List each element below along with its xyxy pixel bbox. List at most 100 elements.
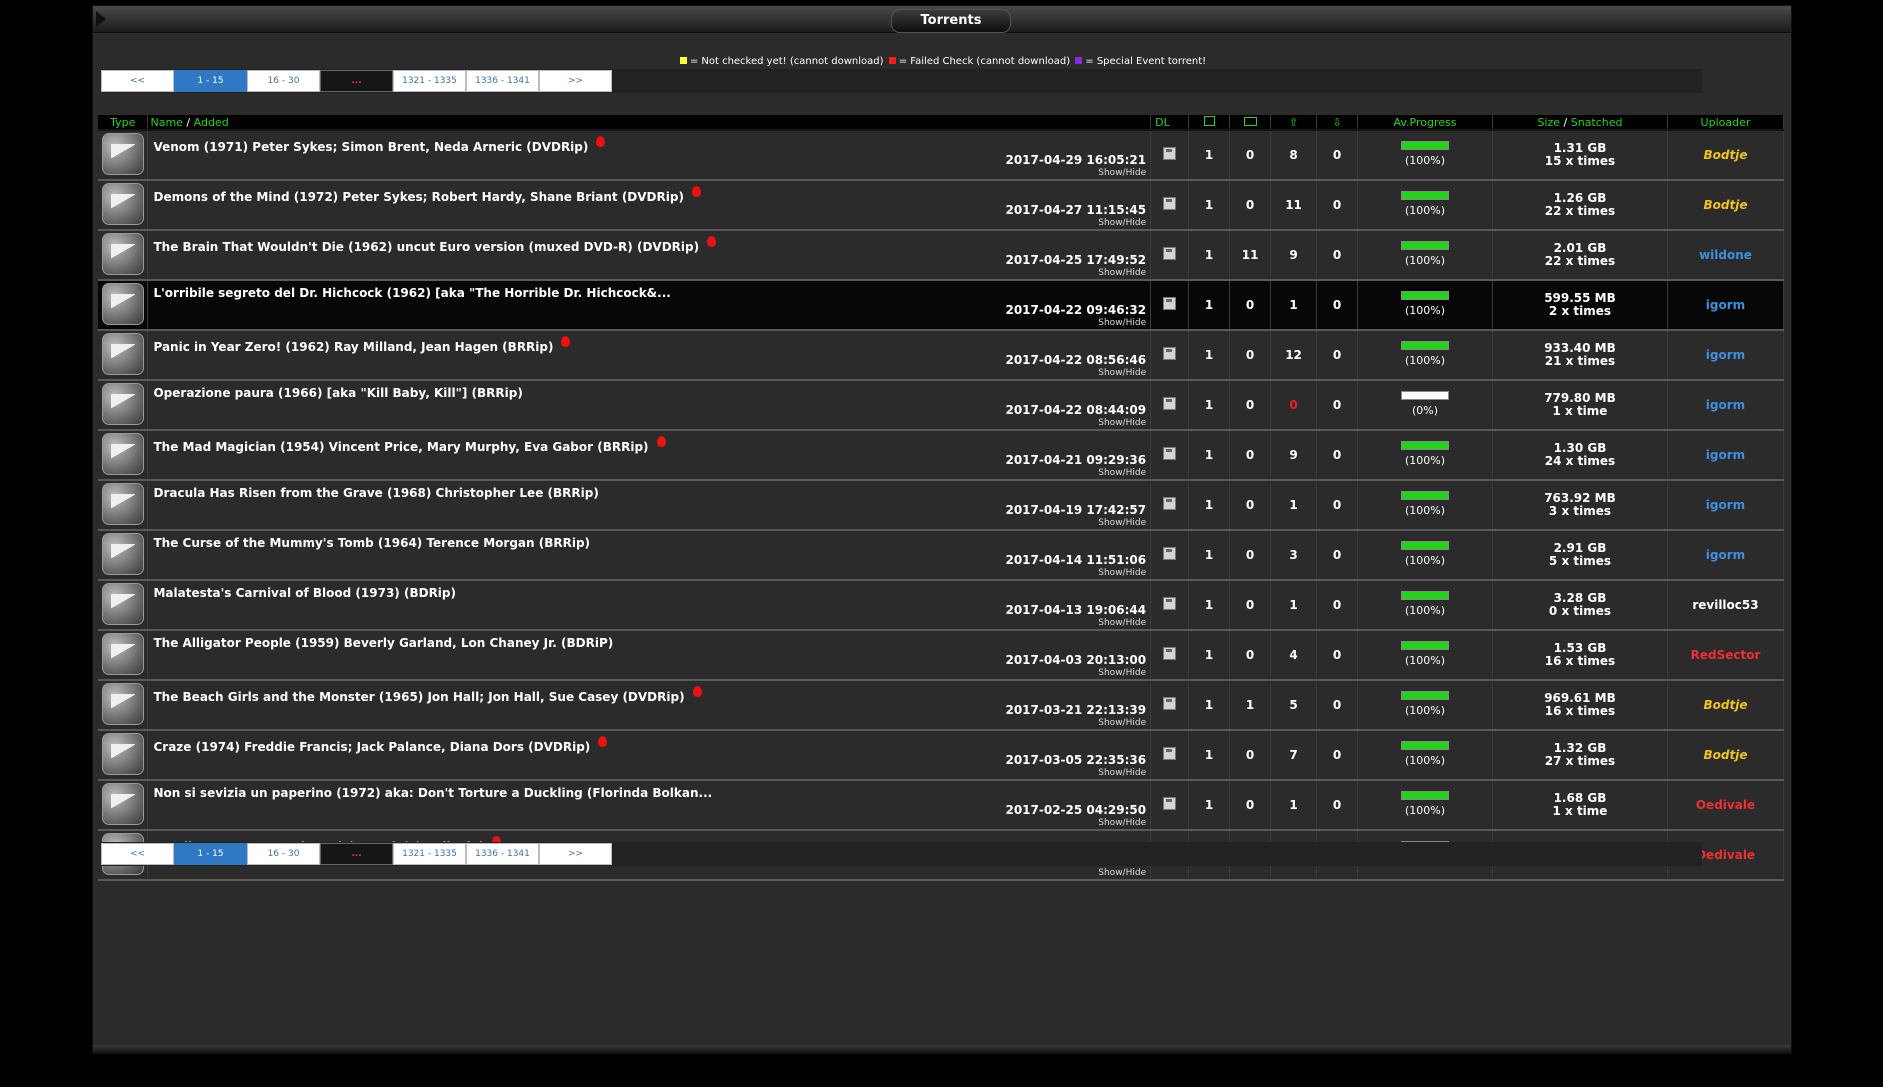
torrent-name-link[interactable]: The Brain That Wouldn't Die (1962) uncut… — [153, 236, 717, 254]
uploader-link[interactable]: igorm — [1667, 429, 1785, 481]
snatched-count[interactable]: 16 x times — [1493, 705, 1667, 718]
show-hide-link[interactable]: Show/Hide — [1098, 368, 1146, 378]
torrent-name-link[interactable]: The Curse of the Mummy's Tomb (1964) Ter… — [153, 536, 590, 550]
page-1321-1335-button[interactable]: 1321 - 1335 — [393, 843, 466, 865]
torrent-name-link[interactable]: The Mad Magician (1954) Vincent Price, M… — [153, 436, 666, 454]
sort-added-link[interactable]: Added — [194, 116, 229, 129]
snatched-count[interactable]: 21 x times — [1493, 355, 1667, 368]
torrent-name-link[interactable]: Panic in Year Zero! (1962) Ray Milland, … — [153, 336, 571, 354]
page-1-15-button[interactable]: 1 - 15 — [174, 70, 247, 92]
torrent-name-link[interactable]: The Beach Girls and the Monster (1965) J… — [153, 686, 702, 704]
page-1-15-button[interactable]: 1 - 15 — [174, 843, 247, 865]
uploader-link[interactable]: igorm — [1667, 529, 1785, 581]
download-icon[interactable] — [1163, 497, 1177, 510]
files-count[interactable]: 1 — [1188, 629, 1231, 681]
comments-count[interactable]: 0 — [1229, 629, 1272, 681]
torrent-name-link[interactable]: Non si sevizia un paperino (1972) aka: D… — [153, 786, 712, 800]
uploader-link[interactable]: igorm — [1667, 379, 1785, 431]
leechers-count[interactable]: 0 — [1316, 329, 1359, 381]
snatched-count[interactable]: 1 x time — [1493, 405, 1667, 418]
comments-count[interactable]: 0 — [1229, 329, 1272, 381]
column-uploader[interactable]: Uploader — [1667, 115, 1785, 131]
files-count[interactable]: 1 — [1188, 429, 1231, 481]
seeders-count[interactable]: 1 — [1270, 479, 1318, 531]
snatched-count[interactable]: 2 x times — [1493, 305, 1667, 318]
torrent-name[interactable]: Demons of the Mind (1972) Peter Sykes; R… — [153, 190, 683, 204]
seeders-count[interactable]: 12 — [1270, 329, 1318, 381]
seeders-count[interactable]: 7 — [1270, 729, 1318, 781]
leechers-count[interactable]: 0 — [1316, 479, 1359, 531]
files-count[interactable]: 1 — [1188, 279, 1231, 331]
seeders-count[interactable]: 8 — [1270, 129, 1318, 181]
comments-count[interactable]: 0 — [1229, 129, 1272, 181]
seeders-count[interactable]: 1 — [1270, 779, 1318, 831]
download-icon[interactable] — [1163, 247, 1177, 260]
files-count[interactable]: 1 — [1188, 529, 1231, 581]
category-icon[interactable] — [101, 382, 144, 425]
snatched-count[interactable]: 3 x times — [1493, 505, 1667, 518]
torrent-name[interactable]: L'orribile segreto del Dr. Hichcock (196… — [153, 286, 670, 300]
show-hide-link[interactable]: Show/Hide — [1098, 168, 1146, 178]
category-icon[interactable] — [101, 432, 144, 475]
download-icon[interactable] — [1163, 297, 1177, 310]
column-progress[interactable]: Av.Progress — [1357, 115, 1493, 131]
leechers-count[interactable]: 0 — [1316, 679, 1359, 731]
seeders-count[interactable]: 1 — [1270, 279, 1318, 331]
show-hide-link[interactable]: Show/Hide — [1098, 618, 1146, 628]
snatched-count[interactable]: 0 x times — [1493, 605, 1667, 618]
uploader-link[interactable]: Bodtje — [1667, 729, 1785, 781]
torrent-name[interactable]: Operazione paura (1966) [aka "Kill Baby,… — [153, 386, 522, 400]
category-icon[interactable] — [101, 232, 144, 275]
download-icon[interactable] — [1163, 197, 1177, 210]
snatched-count[interactable]: 16 x times — [1493, 655, 1667, 668]
torrent-name-link[interactable]: Operazione paura (1966) [aka "Kill Baby,… — [153, 386, 522, 400]
torrent-name[interactable]: The Mad Magician (1954) Vincent Price, M… — [153, 440, 648, 454]
torrent-name[interactable]: Panic in Year Zero! (1962) Ray Milland, … — [153, 340, 553, 354]
category-icon[interactable] — [101, 482, 144, 525]
torrent-name[interactable]: Venom (1971) Peter Sykes; Simon Brent, N… — [153, 140, 588, 154]
snatched-count[interactable]: 22 x times — [1493, 255, 1667, 268]
uploader-link[interactable]: igorm — [1667, 479, 1785, 531]
column-seeders[interactable]: ⇧ — [1270, 115, 1318, 131]
show-hide-link[interactable]: Show/Hide — [1098, 468, 1146, 478]
seeders-count[interactable]: 5 — [1270, 679, 1318, 731]
category-icon[interactable] — [101, 532, 144, 575]
category-icon[interactable] — [101, 732, 144, 775]
show-hide-link[interactable]: Show/Hide — [1098, 668, 1146, 678]
files-count[interactable]: 1 — [1188, 729, 1231, 781]
files-count[interactable]: 1 — [1188, 329, 1231, 381]
files-count[interactable]: 1 — [1188, 779, 1231, 831]
leechers-count[interactable]: 0 — [1316, 279, 1359, 331]
torrent-name-link[interactable]: L'orribile segreto del Dr. Hichcock (196… — [153, 286, 670, 300]
torrent-name-link[interactable]: Dracula Has Risen from the Grave (1968) … — [153, 486, 598, 500]
show-hide-link[interactable]: Show/Hide — [1098, 868, 1146, 878]
show-hide-link[interactable]: Show/Hide — [1098, 568, 1146, 578]
torrent-name-link[interactable]: Craze (1974) Freddie Francis; Jack Palan… — [153, 736, 608, 754]
seeders-count[interactable]: 9 — [1270, 229, 1318, 281]
category-icon[interactable] — [101, 632, 144, 675]
uploader-link[interactable]: igorm — [1667, 329, 1785, 381]
column-comments[interactable] — [1229, 115, 1272, 131]
comments-count[interactable]: 0 — [1229, 479, 1272, 531]
uploader-link[interactable]: revilloc53 — [1667, 579, 1785, 631]
comments-count[interactable]: 0 — [1229, 779, 1272, 831]
files-count[interactable]: 1 — [1188, 679, 1231, 731]
comments-count[interactable]: 0 — [1229, 179, 1272, 231]
category-icon[interactable] — [101, 682, 144, 725]
page-16-30-button[interactable]: 16 - 30 — [247, 843, 320, 865]
sort-name-link[interactable]: Name — [150, 116, 182, 129]
page-first-button[interactable]: << — [101, 70, 174, 92]
snatched-count[interactable]: 5 x times — [1493, 555, 1667, 568]
leechers-count[interactable]: 0 — [1316, 579, 1359, 631]
download-icon[interactable] — [1163, 397, 1177, 410]
page-1336-1341-button[interactable]: 1336 - 1341 — [466, 843, 539, 865]
seeders-count[interactable]: 3 — [1270, 529, 1318, 581]
download-icon[interactable] — [1163, 647, 1177, 660]
comments-count[interactable]: 0 — [1229, 729, 1272, 781]
sort-snatched-link[interactable]: Snatched — [1571, 116, 1623, 129]
leechers-count[interactable]: 0 — [1316, 629, 1359, 681]
files-count[interactable]: 1 — [1188, 129, 1231, 181]
uploader-link[interactable]: Bodtje — [1667, 179, 1785, 231]
comments-count[interactable]: 0 — [1229, 579, 1272, 631]
uploader-link[interactable]: RedSector — [1667, 629, 1785, 681]
